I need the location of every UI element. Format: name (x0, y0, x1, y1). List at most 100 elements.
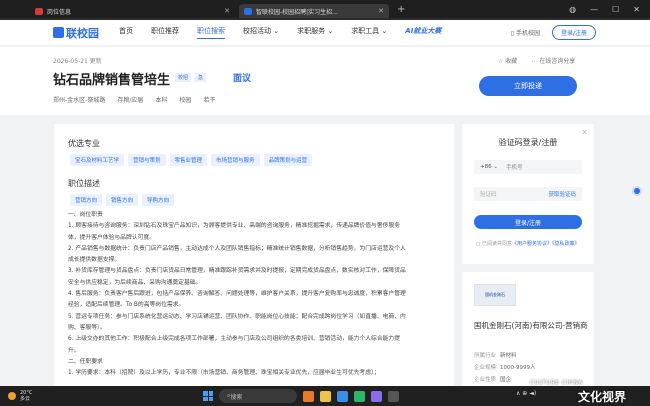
weather-text: 多云 (20, 396, 31, 402)
browser-tab-bar: 岗位信息 ✕ 智联校园-校园招聘|实习生招... ✕ + ◍ — ☐ ✕ (0, 0, 650, 18)
watermark-small: CULTURE CHINA (530, 380, 584, 386)
country-code-select[interactable]: +86 ⌄ (480, 164, 498, 170)
logo-mark-icon (53, 27, 64, 38)
company-name[interactable]: 国机金刚石(河南)有限公司-营销商 (474, 320, 592, 331)
agreement-link[interactable]: 《用户服务协议》《隐私政策》 (512, 241, 580, 247)
major-chip[interactable]: 品牌策划与运营 (263, 154, 313, 166)
desc-line: 安全与供应稳定，为后续商品、采购沟通奠定基础。 (68, 279, 202, 286)
major-chip[interactable]: 零售业管理 (169, 154, 208, 166)
desc-line: 3. 补货库存管理与货品盘点：负责门店货品日常管理，精准跟踪补货需求并及时提报，… (68, 268, 406, 275)
sun-icon (8, 392, 16, 400)
desc-tag: 营销方向 (70, 194, 103, 206)
job-description: 一、岗位职责 1. 顾客接待与咨询服务：深圳钻石及珠宝产品知识，为顾客提供专业、… (68, 210, 444, 379)
login-panel-title: 验证码登录/注册 (498, 138, 558, 147)
size-label: 企业规模 (474, 365, 497, 371)
major-chip[interactable]: 宝石及材料工艺学 (70, 154, 125, 166)
size-value: 1000-9999人 (500, 365, 536, 371)
minimize-icon[interactable]: — (590, 5, 598, 14)
watermark: 文化视界 (578, 390, 627, 404)
taskbar-apps: ⌕ 搜索 (203, 389, 399, 403)
folder-icon[interactable] (320, 390, 331, 402)
nav-item-tools[interactable]: 求职工具 ⌄ (351, 26, 387, 39)
major-chip[interactable]: 营销与策划 (128, 154, 166, 166)
close-icon[interactable]: ✕ (581, 128, 588, 137)
nav-item-search[interactable]: 职位搜索 (197, 26, 225, 39)
windows-taskbar: 20°C 多云 ⌕ 搜索 ∧ ⊕ ◄) (0, 386, 650, 406)
phone-field[interactable]: +86 ⌄ 手机号 (474, 160, 582, 174)
desc-line: 6. 上级交办的其他工作：积极配合上级完成各项工作部署，主动参与门店及公司组织的… (68, 336, 401, 343)
job-experience: 存粮/应届 (117, 97, 144, 104)
site-logo[interactable]: 联校园 (53, 25, 99, 41)
feedback-float-button[interactable] (632, 186, 642, 196)
type-label: 企业性质 (474, 377, 497, 383)
app-icon[interactable] (371, 390, 382, 402)
desc-line: 二、任职要求 (68, 358, 103, 365)
desc-line: 4. 售后服务：负责客户售后跟进，包括产品保养、咨询解答、问题处理等，维护客户关… (68, 291, 406, 298)
app-icon[interactable] (388, 390, 399, 402)
close-tab-icon[interactable]: ✕ (378, 7, 384, 15)
nav-item-ai-contest[interactable]: AI就业大赛 (405, 26, 441, 39)
system-tray[interactable]: ∧ ⊕ ◄) (516, 390, 536, 397)
job-education: 本科 (155, 97, 168, 104)
main-nav: 首页 职位推荐 职位搜索 校招活动 ⌄ 求职服务 ⌄ 求职工具 ⌄ AI就业大赛 (119, 26, 441, 39)
industry-label: 所属行业 (474, 353, 497, 359)
globe-icon[interactable]: ◍ (569, 5, 576, 14)
desc-line: 购、客服等）。 (68, 324, 106, 331)
weather-widget[interactable]: 20°C 多云 (8, 390, 32, 402)
industry-value: 新材料 (500, 353, 517, 359)
apply-button[interactable]: 立即投递 (479, 76, 577, 96)
side-login-button[interactable]: 登录/注册 (474, 215, 582, 229)
app-icon[interactable] (354, 390, 365, 402)
new-tab-icon[interactable]: + (397, 4, 405, 15)
windows-start-icon[interactable] (203, 391, 213, 401)
mobile-campus-link[interactable]: ▯ 手机校园 (511, 28, 540, 37)
edge-icon[interactable] (337, 390, 348, 402)
job-type: 校园 (179, 97, 192, 104)
desc-line: 成长提供数据支撑。 (68, 257, 121, 264)
share-button[interactable]: ⋯ 在线咨询分享 (531, 56, 575, 65)
desc-line: 升。 (68, 347, 80, 354)
job-headcount: 若干 (203, 97, 216, 104)
browser-tab-title: 岗位信息 (47, 8, 72, 16)
close-tab-icon[interactable]: ✕ (224, 7, 230, 15)
close-window-icon[interactable]: ✕ (633, 5, 640, 14)
desc-line: 一、岗位职责 (68, 212, 103, 218)
job-tags: 校招 急 (175, 73, 207, 82)
description-title: 职位描述 (68, 179, 100, 188)
nav-item-home[interactable]: 首页 (119, 26, 133, 39)
verify-code-field[interactable]: 验证码 获取验证码 (474, 187, 582, 201)
maximize-icon[interactable]: ☐ (612, 5, 619, 14)
browser-tab-title: 智联校园-校园招聘|实习生招... (256, 8, 338, 16)
majors-list: 宝石及材料工艺学 营销与策划 零售业管理 市场营销与服务 品牌策划与运营 (70, 154, 313, 166)
company-card: 国机金刚石 国机金刚石(河南)有限公司-营销商 所属行业 新材料 企业规模 1000… (462, 272, 594, 386)
code-placeholder: 验证码 (480, 192, 497, 198)
site-header: 联校园 首页 职位推荐 职位搜索 校招活动 ⌄ 求职服务 ⌄ 求职工具 ⌄ AI… (0, 20, 650, 46)
type-value: 国企 (500, 377, 512, 383)
major-chip[interactable]: 市场营销与服务 (211, 154, 260, 166)
site-favicon-icon (244, 7, 252, 15)
job-location: 郑州-金水区-祭城路 (53, 97, 106, 104)
get-code-button[interactable]: 获取验证码 (548, 190, 576, 198)
browser-tab-2[interactable]: 智联校园-校园招聘|实习生招... ✕ (239, 4, 389, 18)
nav-item-services[interactable]: 求职服务 ⌄ (297, 26, 333, 39)
desc-tag: 导购方向 (142, 194, 175, 206)
desc-line: 体，提升客户体验与品牌认可度。 (68, 234, 155, 241)
window-controls: ◍ — ☐ ✕ (569, 5, 640, 14)
nav-item-recommend[interactable]: 职位推荐 (151, 26, 179, 39)
desc-line: 2. 产品销售与数据统计：负责门店产品销售，主动达成个人及团队销售指标；精准统计… (68, 245, 406, 252)
majors-title: 优选专业 (68, 139, 100, 148)
desc-line: 1. 学历要求：本科（招院）及以上学历，专业不限（市场营销、商务管理、珠宝相关专… (68, 370, 380, 377)
company-logo[interactable]: 国机金刚石 (474, 284, 516, 306)
nav-item-campus-events[interactable]: 校招活动 ⌄ (243, 26, 279, 39)
header-actions: ▯ 手机校园 登录/注册 (511, 25, 596, 40)
salary: 面议 (233, 74, 252, 84)
collect-button[interactable]: ☆ 收藏 (498, 56, 517, 65)
app-icon[interactable] (303, 390, 314, 402)
job-actions: ☆ 收藏 ⋯ 在线咨询分享 (498, 56, 575, 65)
browser-tab-1[interactable]: 岗位信息 ✕ (30, 4, 235, 18)
agree-prefix: 已阅读并同意 (481, 241, 512, 247)
taskbar-search[interactable]: ⌕ 搜索 (219, 389, 297, 403)
update-time: 2026-05-21 更新 (53, 58, 102, 65)
login-panel: ✕ 验证码登录/注册 +86 ⌄ 手机号 验证码 获取验证码 登录/注册 ○ 已… (462, 124, 594, 264)
login-button[interactable]: 登录/注册 (551, 25, 596, 40)
